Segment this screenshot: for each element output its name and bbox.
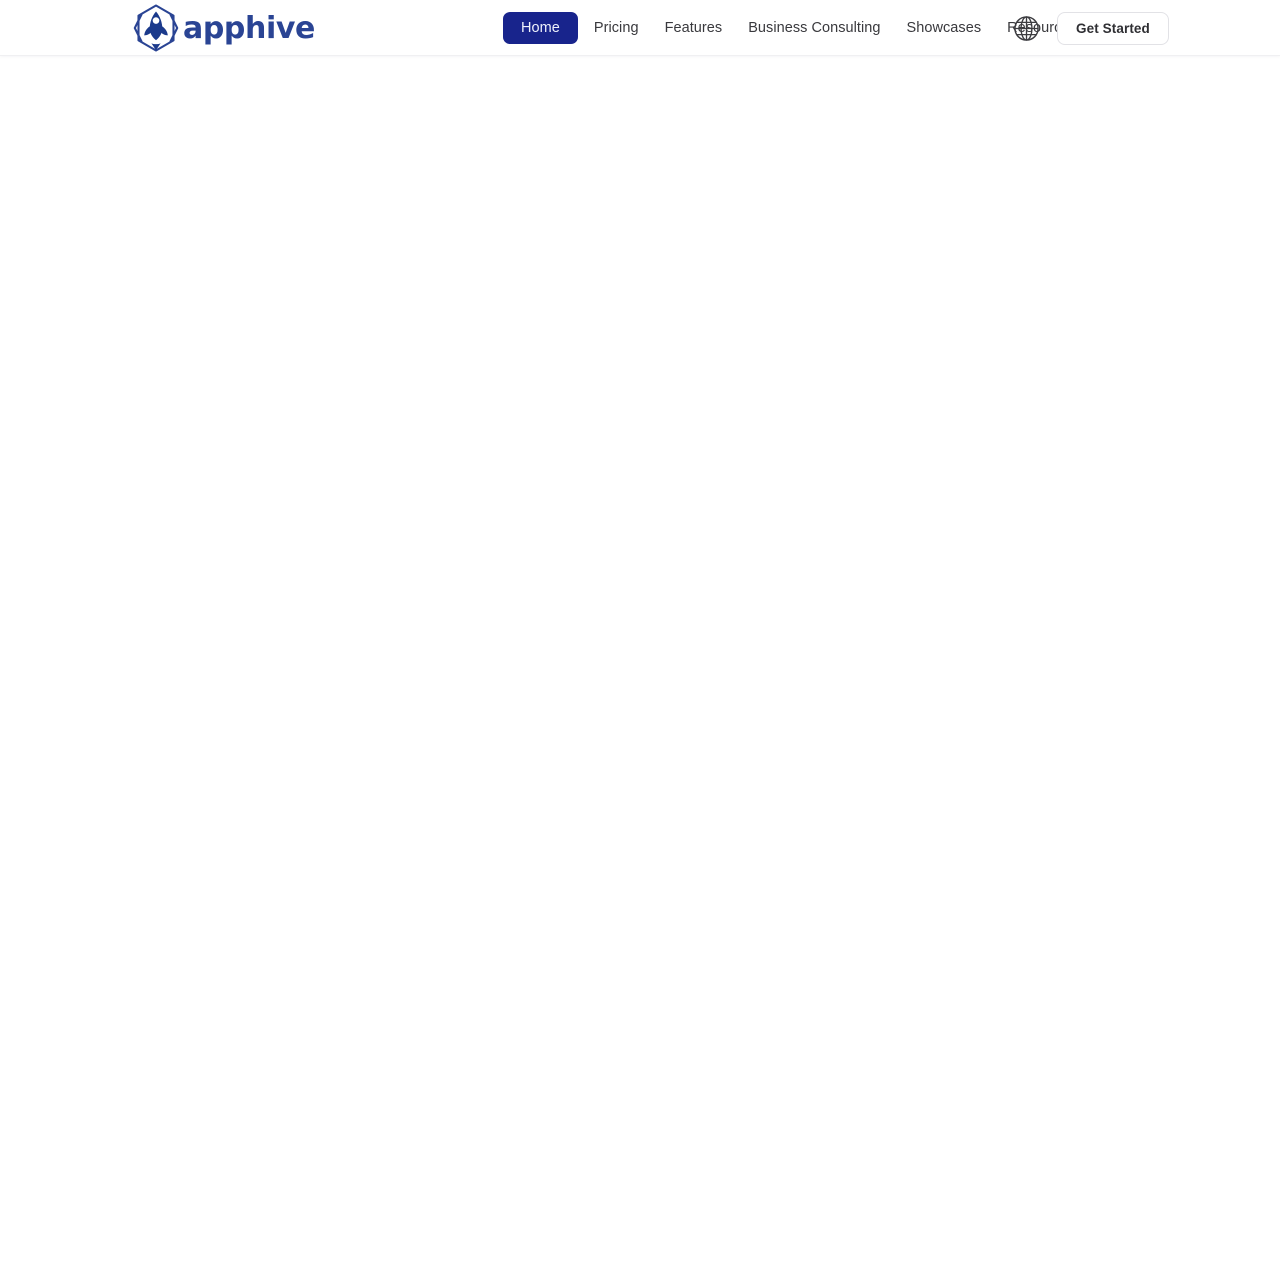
nav-item-pricing[interactable]: Pricing [594,13,639,43]
get-started-button[interactable]: Get Started [1057,11,1169,45]
brand-logo-link[interactable]: apphive [133,3,315,53]
rocket-hexagon-logo-icon [133,3,179,53]
header-actions: Get Started [1010,0,1169,56]
brand-wordmark: apphive [183,11,315,46]
nav-item-business-consulting[interactable]: Business Consulting [748,13,880,43]
page-body [0,56,1280,1280]
nav-item-showcases[interactable]: Showcases [907,13,982,43]
nav-item-features[interactable]: Features [665,13,723,43]
globe-icon[interactable] [1010,12,1042,44]
main-navigation: Home Pricing Features Business Consultin… [503,0,1077,56]
site-header: apphive Home Pricing Features Business C… [0,0,1280,56]
nav-item-home[interactable]: Home [503,12,578,44]
